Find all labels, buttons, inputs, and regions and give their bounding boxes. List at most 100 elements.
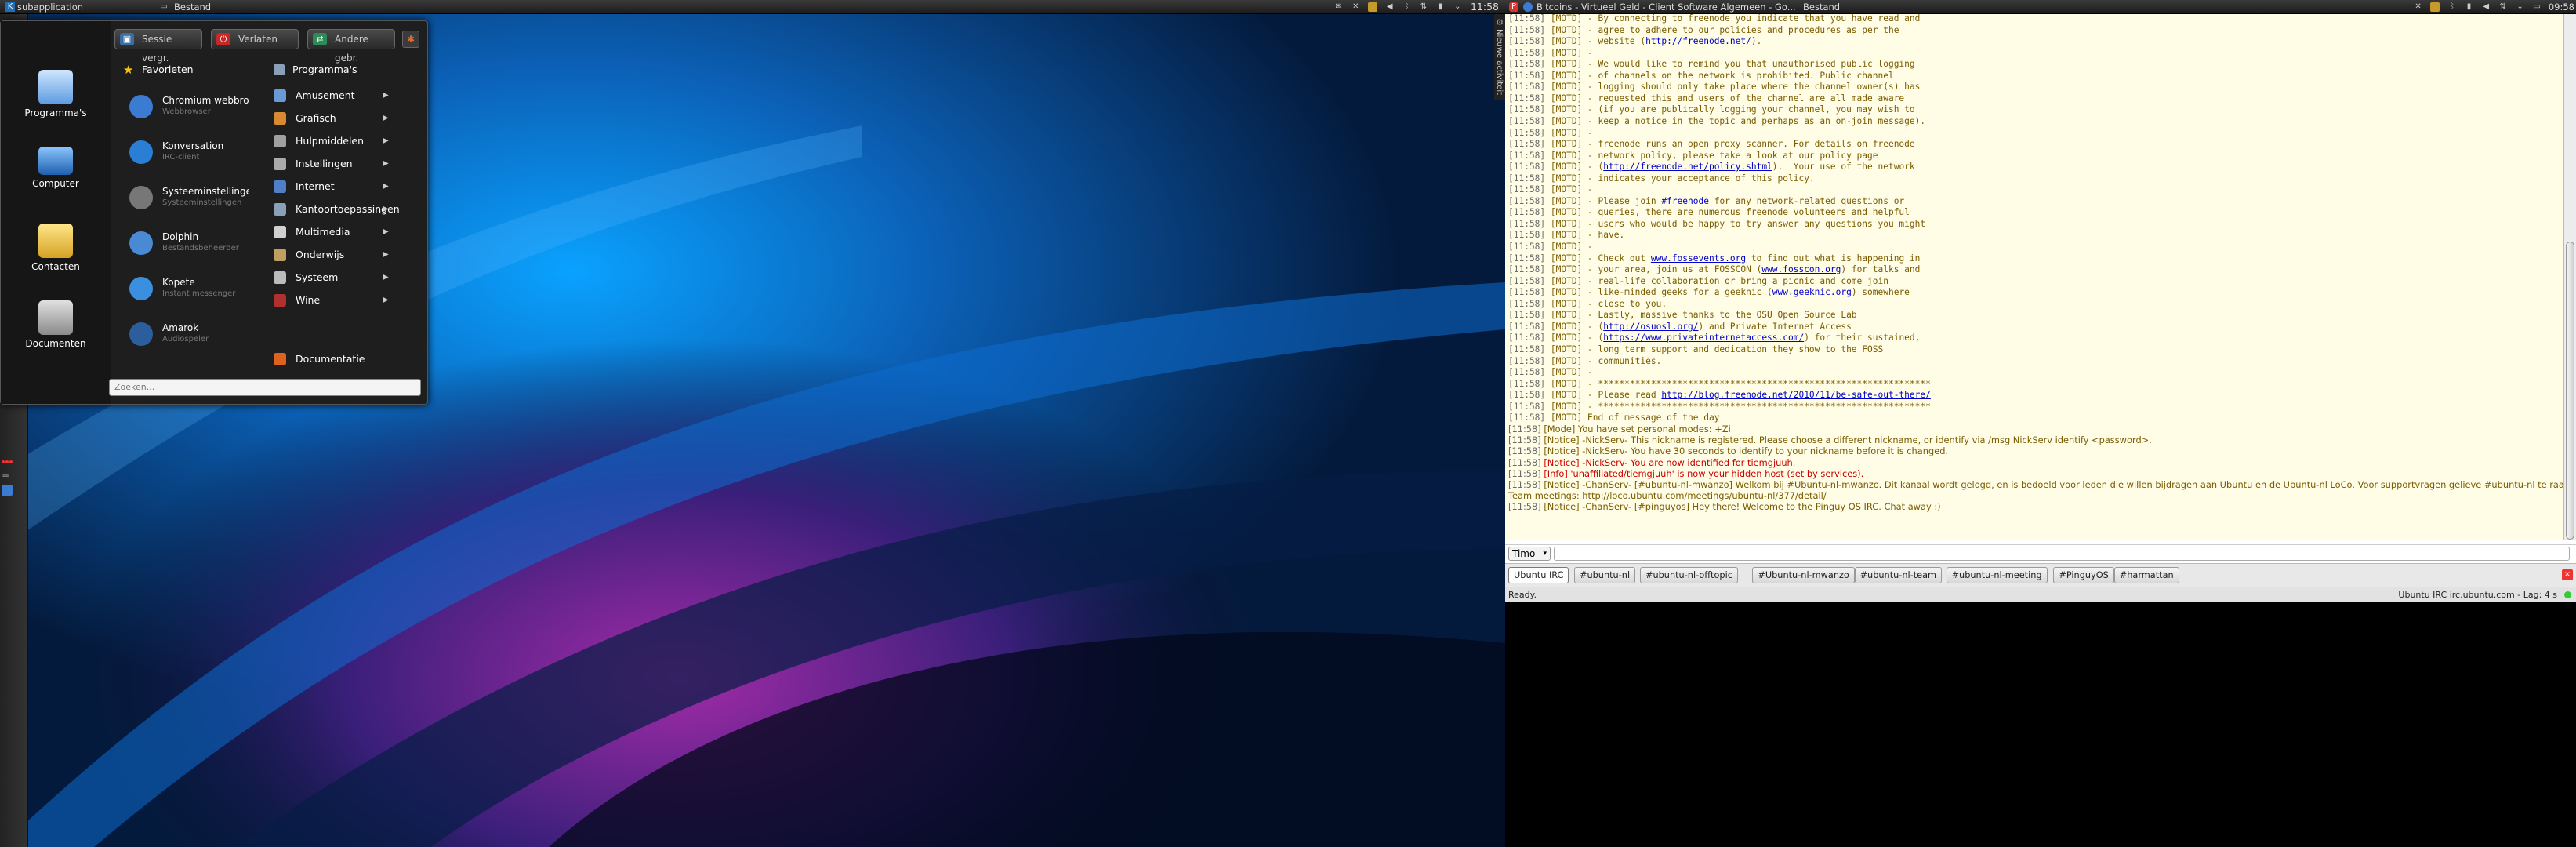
network-icon[interactable]: ⇅ xyxy=(1419,2,1428,12)
lock-session-button[interactable]: ▣ Sessie vergr. xyxy=(114,29,202,64)
battery-icon[interactable]: ▮ xyxy=(2465,2,2474,12)
category-icon xyxy=(274,294,286,307)
activity-label: Nieuwe activiteit xyxy=(1495,29,1504,96)
chat-link[interactable]: http://osuosl.org/ xyxy=(1603,322,1698,332)
favorite-item[interactable]: Dolphin Bestandsbeheerder xyxy=(118,220,249,266)
menu-bestand[interactable]: Bestand xyxy=(174,0,211,14)
timestamp: [11:58] xyxy=(1508,479,1544,490)
launcher-search-input[interactable]: Zoeken... xyxy=(109,379,421,396)
chat-link[interactable]: http://blog.freenode.net/2010/11/be-safe… xyxy=(1661,390,1931,400)
panel-widget-icon[interactable] xyxy=(2,485,13,496)
panel-drag-icon[interactable]: ≡ xyxy=(2,471,13,482)
activity-panel-tab[interactable]: ⚙ Nieuwe activiteit xyxy=(1494,14,1505,100)
favorite-item[interactable]: Systeeminstellingen Systeeminstellingen xyxy=(118,175,249,220)
favorite-item[interactable]: Chromium webbro... Webbrowser xyxy=(118,84,249,129)
close-icon[interactable]: ✕ xyxy=(1351,2,1360,12)
bluetooth-icon[interactable]: ᛒ xyxy=(2447,2,2457,12)
chevron-right-icon: ▶ xyxy=(383,296,389,304)
active-window-title: subapplication xyxy=(17,2,84,13)
chat-view[interactable]: [11:58] [MOTD] - By connecting to freeno… xyxy=(1505,14,2563,540)
channel-tab[interactable]: #ubuntu-nl-meeting xyxy=(1946,567,2048,583)
tab-close-icon[interactable]: × xyxy=(2562,569,2573,580)
chat-line: [11:58] [MOTD] - network policy, please … xyxy=(1508,150,1878,162)
switch-user-button[interactable]: ⇄ Andere gebr. xyxy=(307,29,395,64)
program-category[interactable]: Instellingen ▶ xyxy=(269,152,389,175)
program-category[interactable]: Amusement ▶ xyxy=(269,84,389,107)
channel-tab[interactable]: #harmattan xyxy=(2113,567,2179,583)
network-icon[interactable]: ⇅ xyxy=(2498,2,2508,12)
clock-left[interactable]: 11:58 xyxy=(1468,0,1502,14)
chat-link[interactable]: https://www.privateinternetaccess.com/ xyxy=(1603,333,1804,343)
message-input[interactable] xyxy=(1554,547,2570,561)
program-category[interactable]: Hulpmiddelen ▶ xyxy=(269,129,389,152)
chat-link[interactable]: www.fossevents.org xyxy=(1651,253,1746,264)
favorite-item[interactable]: Amarok Audiospeler xyxy=(118,311,249,357)
chat-line: [11:58] [MOTD] - (if you are publically … xyxy=(1508,104,1915,115)
program-category[interactable]: Internet ▶ xyxy=(269,175,389,198)
scrollbar-thumb[interactable] xyxy=(2566,242,2574,540)
timestamp: [11:58] xyxy=(1508,298,1551,309)
nick-selector[interactable]: Timo ▾ xyxy=(1508,547,1551,561)
launcher-computer-button[interactable]: Computer xyxy=(7,147,104,189)
app-icon[interactable]: P xyxy=(1507,0,1521,14)
kde-menu-icon[interactable]: K xyxy=(3,0,17,14)
favorite-item[interactable]: Kopete Instant messenger xyxy=(118,266,249,311)
launcher-documents-button[interactable]: Documenten xyxy=(7,300,104,349)
program-category[interactable]: Wine ▶ xyxy=(269,289,389,311)
mail-icon[interactable]: ✉ xyxy=(1334,2,1344,12)
chat-link[interactable]: http://freenode.net/ xyxy=(1645,36,1751,46)
program-category[interactable]: Grafisch ▶ xyxy=(269,107,389,129)
minimize-icon[interactable]: ⌄ xyxy=(1453,2,1462,12)
channel-tab[interactable]: Ubuntu IRC xyxy=(1508,567,1569,583)
motd-text: [MOTD] - logging should only take place … xyxy=(1550,82,1921,93)
motd-text: [MOTD] - website ( xyxy=(1550,36,1646,47)
category-icon xyxy=(274,226,286,238)
chevron-right-icon: ▶ xyxy=(383,91,389,100)
favorite-item[interactable]: Konversation IRC-client xyxy=(118,129,249,175)
maximize-icon[interactable]: ▭ xyxy=(2532,2,2542,12)
contacts-icon xyxy=(38,224,73,258)
volume-icon[interactable]: ◀ xyxy=(1385,2,1395,12)
channel-tab[interactable]: #ubuntu-nl-offtopic xyxy=(1640,567,1738,583)
chat-link[interactable]: www.fosscon.org xyxy=(1761,264,1841,274)
programs-header[interactable]: Programma's xyxy=(269,60,410,79)
chat-line: [11:58] [MOTD] - Lastly, massive thanks … xyxy=(1508,309,1857,321)
program-category[interactable]: Documentatie xyxy=(269,347,386,370)
leave-button[interactable]: ⏻ Verlaten xyxy=(211,29,299,49)
folder-icon[interactable] xyxy=(2430,2,2440,12)
chat-link[interactable]: #freenode xyxy=(1661,196,1709,206)
battery-icon[interactable]: ▮ xyxy=(1436,2,1446,12)
window-controls-icon[interactable]: ▭ xyxy=(157,0,171,14)
menu-bestand-right[interactable]: Bestand xyxy=(1803,0,1840,14)
bluetooth-icon[interactable]: ᛒ xyxy=(1402,2,1411,12)
chat-link[interactable]: http://freenode.net/policy.shtml xyxy=(1603,162,1772,172)
program-category[interactable]: Onderwijs ▶ xyxy=(269,243,389,266)
launcher-programs-button[interactable]: Programma's xyxy=(7,70,104,118)
channel-tab[interactable]: #PinguyOS xyxy=(2053,567,2114,583)
channel-tab[interactable]: #ubuntu-nl-team xyxy=(1854,567,1943,583)
chat-scrollbar[interactable] xyxy=(2563,14,2576,540)
timestamp: [11:58] xyxy=(1508,115,1551,126)
switch-user-label: Andere gebr. xyxy=(335,34,368,64)
folder-icon[interactable] xyxy=(1368,2,1378,12)
launcher-config-icon[interactable]: ✱ xyxy=(402,31,419,48)
motd-text: [MOTD] - (if you are publically logging … xyxy=(1550,104,1915,115)
program-category[interactable]: Kantoortoepassingen ▶ xyxy=(269,198,400,220)
timestamp: [11:58] xyxy=(1508,275,1551,286)
favorites-header[interactable]: ★ Favorieten xyxy=(118,60,259,79)
chat-line: [11:58] [MOTD] - indicates your acceptan… xyxy=(1508,173,1815,184)
motd-text: [MOTD] - xyxy=(1550,47,1593,58)
program-category[interactable]: Multimedia ▶ xyxy=(269,220,389,243)
favorite-app-icon xyxy=(129,277,153,300)
program-category[interactable]: Systeem ▶ xyxy=(269,266,389,289)
minimize-icon[interactable]: ⌄ xyxy=(2516,2,2525,12)
close-icon[interactable]: ✕ xyxy=(2414,2,2423,12)
browser-icon[interactable] xyxy=(1521,0,1535,14)
volume-icon[interactable]: ◀ xyxy=(2481,2,2491,12)
chat-link[interactable]: www.geeknic.org xyxy=(1772,287,1852,297)
channel-tab[interactable]: #Ubuntu-nl-mwanzo xyxy=(1752,567,1855,583)
launcher-contacts-button[interactable]: Contacten xyxy=(7,224,104,272)
channel-tab[interactable]: #ubuntu-nl xyxy=(1574,567,1636,583)
clock-right[interactable]: 09:58 xyxy=(2547,0,2576,14)
gear-icon[interactable]: ⚙ xyxy=(1494,17,1505,27)
